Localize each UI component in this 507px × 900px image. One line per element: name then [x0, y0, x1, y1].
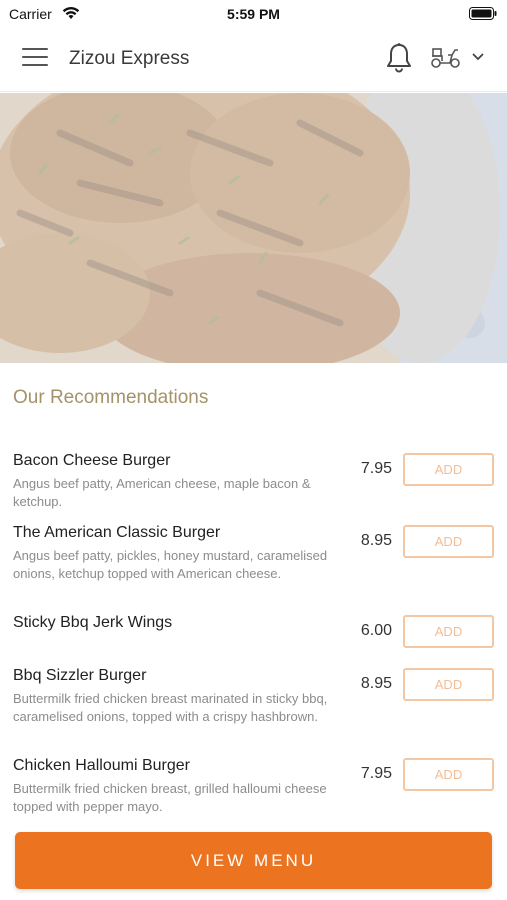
add-to-cart-button[interactable]: ADD	[403, 615, 494, 648]
hero-food-image	[0, 93, 507, 363]
item-description: Angus beef patty, pickles, honey mustard…	[13, 548, 328, 581]
item-price: 6.00	[360, 622, 392, 639]
add-to-cart-button[interactable]: ADD	[403, 525, 494, 558]
item-name: The American Classic Burger	[13, 524, 221, 541]
app-header: Zizou Express	[0, 28, 507, 92]
recommendations-heading: Our Recommendations	[13, 387, 209, 408]
restaurant-title: Zizou Express	[69, 48, 190, 69]
item-price: 7.95	[360, 765, 392, 782]
add-to-cart-button[interactable]: ADD	[403, 668, 494, 701]
item-name: Chicken Halloumi Burger	[13, 757, 190, 774]
item-name: Bacon Cheese Burger	[13, 452, 171, 469]
bell-icon[interactable]	[385, 42, 413, 74]
item-price: 7.95	[360, 460, 392, 477]
item-price: 8.95	[360, 532, 392, 549]
item-name: Bbq Sizzler Burger	[13, 667, 147, 684]
status-bar: Carrier 5:59 PM	[0, 0, 507, 28]
item-description: Angus beef patty, American cheese, maple…	[13, 476, 311, 509]
item-description: Buttermilk fried chicken breast marinate…	[13, 691, 328, 724]
item-name: Sticky Bbq Jerk Wings	[13, 614, 173, 631]
chevron-down-icon[interactable]	[471, 52, 485, 62]
delivery-scooter-icon[interactable]	[430, 46, 462, 70]
clock: 5:59 PM	[227, 6, 280, 22]
item-price: 8.95	[360, 675, 392, 692]
view-menu-button[interactable]: VIEW MENU	[15, 832, 492, 889]
add-to-cart-button[interactable]: ADD	[403, 453, 494, 486]
add-to-cart-button[interactable]: ADD	[403, 758, 494, 791]
hamburger-menu-icon[interactable]	[22, 48, 48, 72]
item-description: Buttermilk fried chicken breast, grilled…	[13, 781, 327, 814]
battery-icon	[469, 7, 497, 20]
